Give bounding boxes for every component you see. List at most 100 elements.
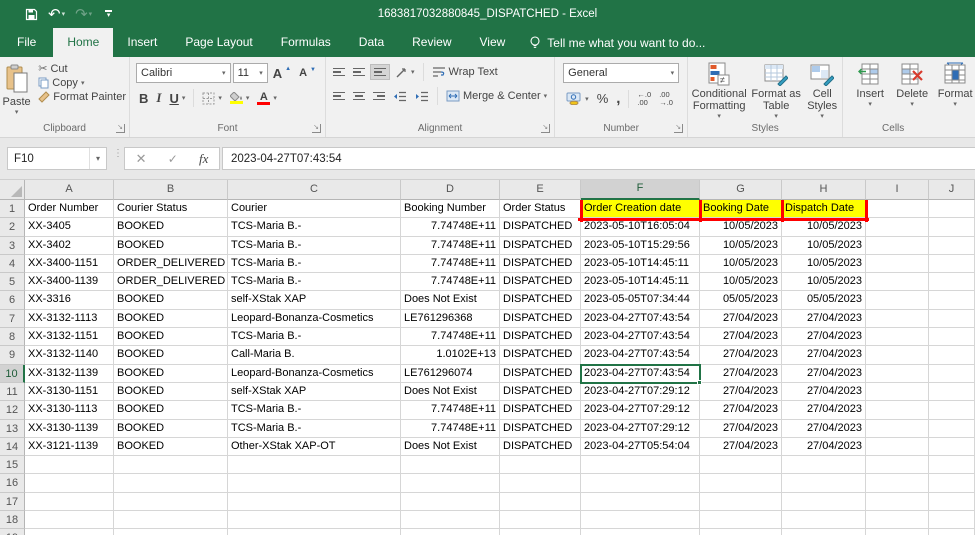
cell-E4[interactable]: DISPATCHED: [500, 255, 581, 273]
cell-D11[interactable]: Does Not Exist: [401, 383, 500, 401]
cell-I11[interactable]: [866, 383, 929, 401]
cell-H4[interactable]: 10/05/2023: [782, 255, 866, 273]
row-header-6[interactable]: 6: [0, 291, 25, 309]
cell-B16[interactable]: [114, 474, 228, 492]
increase-decimal-button[interactable]: ←.0 .00: [634, 90, 654, 108]
insert-function-icon[interactable]: fx: [199, 151, 208, 167]
formula-input[interactable]: 2023-04-27T07:43:54: [222, 147, 975, 170]
cell-C1[interactable]: Courier: [228, 200, 401, 218]
column-header-C[interactable]: C: [228, 180, 401, 200]
cell-D8[interactable]: 7.74748E+11: [401, 328, 500, 346]
cell-J14[interactable]: [929, 438, 975, 456]
cell-D17[interactable]: [401, 493, 500, 511]
cell-G6[interactable]: 05/05/2023: [700, 291, 782, 309]
customize-qat-button[interactable]: ▾: [105, 10, 112, 18]
column-header-G[interactable]: G: [700, 180, 782, 200]
font-color-button[interactable]: A ▾: [254, 91, 280, 106]
cell-F2[interactable]: 2023-05-10T16:05:04: [581, 218, 700, 236]
cell-E1[interactable]: Order Status: [500, 200, 581, 218]
cell-E10[interactable]: DISPATCHED: [500, 365, 581, 383]
cell-F7[interactable]: 2023-04-27T07:43:54: [581, 310, 700, 328]
cell-H14[interactable]: 27/04/2023: [782, 438, 866, 456]
cell-A4[interactable]: XX-3400-1151: [25, 255, 114, 273]
row-header-10[interactable]: 10: [0, 365, 25, 383]
cell-C10[interactable]: Leopard-Bonanza-Cosmetics: [228, 365, 401, 383]
cell-B14[interactable]: BOOKED: [114, 438, 228, 456]
cell-I2[interactable]: [866, 218, 929, 236]
accounting-format-button[interactable]: ▾: [563, 91, 592, 106]
cell-B9[interactable]: BOOKED: [114, 346, 228, 364]
cell-B18[interactable]: [114, 511, 228, 529]
cell-G14[interactable]: 27/04/2023: [700, 438, 782, 456]
top-align-button[interactable]: [330, 65, 348, 80]
row-header-18[interactable]: 18: [0, 511, 25, 529]
row-header-13[interactable]: 13: [0, 420, 25, 438]
cell-B7[interactable]: BOOKED: [114, 310, 228, 328]
cell-I16[interactable]: [866, 474, 929, 492]
cell-C18[interactable]: [228, 511, 401, 529]
column-header-I[interactable]: I: [866, 180, 929, 200]
cell-A5[interactable]: XX-3400-1139: [25, 273, 114, 291]
cell-H6[interactable]: 05/05/2023: [782, 291, 866, 309]
cell-F18[interactable]: [581, 511, 700, 529]
cell-E3[interactable]: DISPATCHED: [500, 237, 581, 255]
cell-H10[interactable]: 27/04/2023: [782, 365, 866, 383]
row-header-3[interactable]: 3: [0, 237, 25, 255]
increase-indent-button[interactable]: [412, 90, 432, 103]
tab-insert[interactable]: Insert: [113, 28, 171, 57]
cell-I14[interactable]: [866, 438, 929, 456]
cell-G12[interactable]: 27/04/2023: [700, 401, 782, 419]
column-header-D[interactable]: D: [401, 180, 500, 200]
number-dialog-launcher[interactable]: ↘: [674, 124, 683, 133]
cell-D7[interactable]: LE761296368: [401, 310, 500, 328]
cell-E5[interactable]: DISPATCHED: [500, 273, 581, 291]
wrap-text-button[interactable]: Wrap Text: [429, 65, 501, 79]
cell-B1[interactable]: Courier Status: [114, 200, 228, 218]
decrease-decimal-button[interactable]: .00 →.0: [656, 90, 676, 108]
bold-button[interactable]: B: [136, 90, 151, 107]
cell-styles-button[interactable]: Cell Styles ▾: [802, 62, 842, 120]
cell-C4[interactable]: TCS-Maria B.-: [228, 255, 401, 273]
cell-A8[interactable]: XX-3132-1151: [25, 328, 114, 346]
cell-B2[interactable]: BOOKED: [114, 218, 228, 236]
row-header-17[interactable]: 17: [0, 493, 25, 511]
cell-G16[interactable]: [700, 474, 782, 492]
tell-me-box[interactable]: Tell me what you want to do...: [529, 28, 705, 57]
cell-I8[interactable]: [866, 328, 929, 346]
cell-H2[interactable]: 10/05/2023: [782, 218, 866, 236]
cell-C15[interactable]: [228, 456, 401, 474]
cell-J2[interactable]: [929, 218, 975, 236]
cell-J18[interactable]: [929, 511, 975, 529]
cell-F12[interactable]: 2023-04-27T07:29:12: [581, 401, 700, 419]
cell-B10[interactable]: BOOKED: [114, 365, 228, 383]
cell-D5[interactable]: 7.74748E+11: [401, 273, 500, 291]
cell-F6[interactable]: 2023-05-05T07:34:44: [581, 291, 700, 309]
cell-B3[interactable]: BOOKED: [114, 237, 228, 255]
row-header-11[interactable]: 11: [0, 383, 25, 401]
cell-F4[interactable]: 2023-05-10T14:45:11: [581, 255, 700, 273]
cell-D4[interactable]: 7.74748E+11: [401, 255, 500, 273]
cell-I1[interactable]: [866, 200, 929, 218]
row-header-4[interactable]: 4: [0, 255, 25, 273]
cell-E18[interactable]: [500, 511, 581, 529]
cell-H13[interactable]: 27/04/2023: [782, 420, 866, 438]
cell-A17[interactable]: [25, 493, 114, 511]
row-header-19[interactable]: 19: [0, 529, 25, 535]
cell-J1[interactable]: [929, 200, 975, 218]
underline-button[interactable]: U▾: [166, 90, 188, 107]
cell-E6[interactable]: DISPATCHED: [500, 291, 581, 309]
tab-data[interactable]: Data: [345, 28, 398, 57]
column-header-H[interactable]: H: [782, 180, 866, 200]
cell-G3[interactable]: 10/05/2023: [700, 237, 782, 255]
cell-C3[interactable]: TCS-Maria B.-: [228, 237, 401, 255]
cell-D3[interactable]: 7.74748E+11: [401, 237, 500, 255]
cell-B5[interactable]: ORDER_DELIVERED: [114, 273, 228, 291]
cell-D2[interactable]: 7.74748E+11: [401, 218, 500, 236]
redo-button[interactable]: ↷▾: [72, 3, 95, 25]
cell-I9[interactable]: [866, 346, 929, 364]
cell-F14[interactable]: 2023-04-27T05:54:04: [581, 438, 700, 456]
decrease-font-button[interactable]: A▼: [296, 66, 319, 80]
cell-D18[interactable]: [401, 511, 500, 529]
cell-D12[interactable]: 7.74748E+11: [401, 401, 500, 419]
cell-I7[interactable]: [866, 310, 929, 328]
